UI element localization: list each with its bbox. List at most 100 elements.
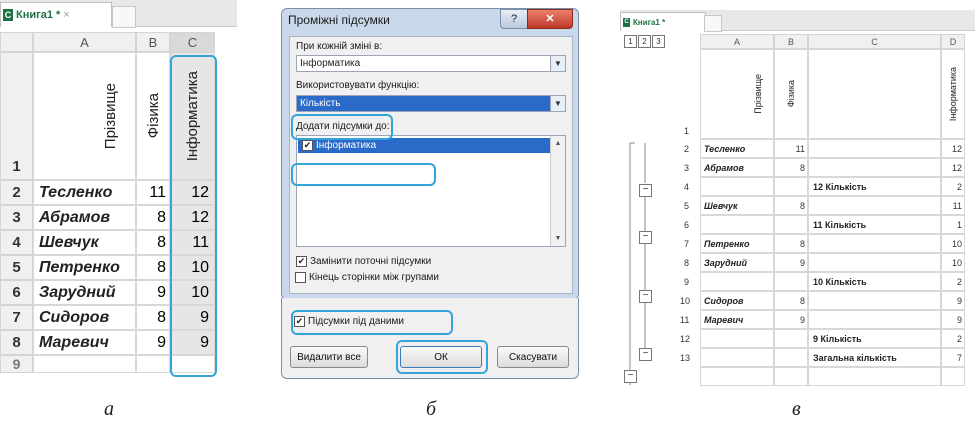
- checkbox-checked-icon[interactable]: ✔: [296, 256, 307, 267]
- row-header[interactable]: 2: [0, 180, 33, 205]
- surname-cell[interactable]: [700, 367, 774, 386]
- help-button[interactable]: ?: [500, 9, 528, 29]
- informatics-cell[interactable]: 2: [941, 177, 965, 196]
- row-header[interactable]: 6: [0, 280, 33, 305]
- close-button[interactable]: ✕: [527, 9, 573, 29]
- row-header-1[interactable]: 1: [0, 52, 33, 180]
- surname-cell[interactable]: Шевчук: [700, 196, 774, 215]
- subtotal-cell[interactable]: 9 Кількість: [808, 329, 941, 348]
- informatics-cell[interactable]: 9: [941, 310, 965, 329]
- subtotal-cell[interactable]: 10 Кількість: [808, 272, 941, 291]
- close-tab-icon[interactable]: ×: [63, 9, 69, 21]
- informatics-cell[interactable]: 9: [941, 291, 965, 310]
- remove-all-button[interactable]: Видалити все: [290, 346, 368, 368]
- function-combo[interactable]: Кількість ▼: [296, 95, 566, 112]
- physics-cell[interactable]: 8: [774, 196, 808, 215]
- surname-cell[interactable]: Абрамов: [33, 205, 136, 230]
- informatics-cell[interactable]: 11: [941, 196, 965, 215]
- scroll-up-icon[interactable]: ▲: [551, 140, 565, 147]
- option-replace[interactable]: ✔ Замінити поточні підсумки: [296, 256, 431, 267]
- row-header-9[interactable]: 9: [0, 355, 33, 373]
- physics-cell[interactable]: 8: [136, 255, 170, 280]
- collapse-button[interactable]: −: [639, 184, 652, 197]
- row-number[interactable]: 3: [684, 163, 689, 173]
- surname-cell[interactable]: Маревич: [700, 310, 774, 329]
- surname-cell[interactable]: Сидоров: [33, 305, 136, 330]
- informatics-cell[interactable]: 7: [941, 348, 965, 367]
- column-header-d[interactable]: D: [941, 34, 965, 49]
- informatics-cell[interactable]: 2: [941, 329, 965, 348]
- empty-cell[interactable]: [136, 355, 170, 373]
- row-number[interactable]: 7: [684, 239, 689, 249]
- row-header[interactable]: 3: [0, 205, 33, 230]
- subtotal-cell[interactable]: 11 Кількість: [808, 215, 941, 234]
- change-combo[interactable]: Інформатика ▼: [296, 55, 566, 72]
- informatics-cell[interactable]: 2: [941, 272, 965, 291]
- informatics-cell[interactable]: [941, 367, 965, 386]
- row-header[interactable]: 4: [0, 230, 33, 255]
- column-header-b[interactable]: B: [136, 32, 170, 52]
- row-header[interactable]: 8: [0, 330, 33, 355]
- column-header-a[interactable]: A: [33, 32, 136, 52]
- physics-cell[interactable]: 9: [774, 253, 808, 272]
- row-number[interactable]: 6: [684, 220, 689, 230]
- informatics-cell[interactable]: 1: [941, 215, 965, 234]
- new-tab-button[interactable]: [112, 6, 136, 28]
- physics-cell[interactable]: [774, 272, 808, 291]
- physics-cell[interactable]: [774, 215, 808, 234]
- physics-cell[interactable]: 11: [774, 139, 808, 158]
- row-number[interactable]: 1: [684, 126, 689, 136]
- row-number[interactable]: 10: [680, 296, 690, 306]
- subtotal-cell[interactable]: [808, 139, 941, 158]
- subtotal-cell[interactable]: [808, 234, 941, 253]
- surname-cell[interactable]: [700, 272, 774, 291]
- surname-cell[interactable]: Маревич: [33, 330, 136, 355]
- physics-cell[interactable]: 8: [774, 291, 808, 310]
- column-header-c[interactable]: C: [808, 34, 941, 49]
- checkbox-unchecked-icon[interactable]: [295, 272, 306, 283]
- physics-cell[interactable]: [774, 367, 808, 386]
- physics-cell[interactable]: 9: [136, 330, 170, 355]
- collapse-button[interactable]: −: [639, 290, 652, 303]
- add-to-listbox[interactable]: ✔ Інформатика ▲ ▼: [296, 135, 566, 247]
- physics-cell[interactable]: 8: [774, 158, 808, 177]
- physics-cell[interactable]: 9: [136, 280, 170, 305]
- physics-cell[interactable]: [774, 348, 808, 367]
- cancel-button[interactable]: Скасувати: [497, 346, 569, 368]
- physics-cell[interactable]: [774, 329, 808, 348]
- subtotal-cell[interactable]: [808, 367, 941, 386]
- collapse-button[interactable]: −: [624, 370, 637, 383]
- chevron-down-icon[interactable]: ▼: [550, 56, 565, 71]
- physics-cell[interactable]: 8: [136, 205, 170, 230]
- row-number[interactable]: 9: [684, 277, 689, 287]
- row-number[interactable]: 4: [684, 182, 689, 192]
- informatics-cell[interactable]: 12: [941, 158, 965, 177]
- row-number[interactable]: 5: [684, 201, 689, 211]
- physics-cell[interactable]: 8: [136, 305, 170, 330]
- surname-cell[interactable]: Тесленко: [700, 139, 774, 158]
- physics-cell[interactable]: 8: [774, 234, 808, 253]
- surname-cell[interactable]: [700, 329, 774, 348]
- subtotal-cell[interactable]: [808, 291, 941, 310]
- outline-level-1-button[interactable]: 1: [624, 35, 637, 48]
- surname-cell[interactable]: [700, 348, 774, 367]
- collapse-button[interactable]: −: [639, 231, 652, 244]
- surname-cell[interactable]: Зарудний: [33, 280, 136, 305]
- list-item[interactable]: ✔ Інформатика: [298, 138, 550, 153]
- panel-a-workbook-tab[interactable]: C Книга1 * ×: [0, 2, 112, 27]
- column-header-a[interactable]: A: [700, 34, 774, 49]
- chevron-down-icon[interactable]: ▼: [550, 96, 565, 111]
- surname-cell[interactable]: Петренко: [700, 234, 774, 253]
- subtotal-cell[interactable]: [808, 196, 941, 215]
- outline-level-2-button[interactable]: 2: [638, 35, 651, 48]
- surname-cell[interactable]: Абрамов: [700, 158, 774, 177]
- row-number[interactable]: 8: [684, 258, 689, 268]
- informatics-cell[interactable]: 12: [941, 139, 965, 158]
- column-header-b[interactable]: B: [774, 34, 808, 49]
- row-header[interactable]: 5: [0, 255, 33, 280]
- scroll-down-icon[interactable]: ▼: [551, 235, 565, 242]
- row-header[interactable]: 7: [0, 305, 33, 330]
- physics-cell[interactable]: [774, 177, 808, 196]
- physics-cell[interactable]: 11: [136, 180, 170, 205]
- surname-cell[interactable]: Шевчук: [33, 230, 136, 255]
